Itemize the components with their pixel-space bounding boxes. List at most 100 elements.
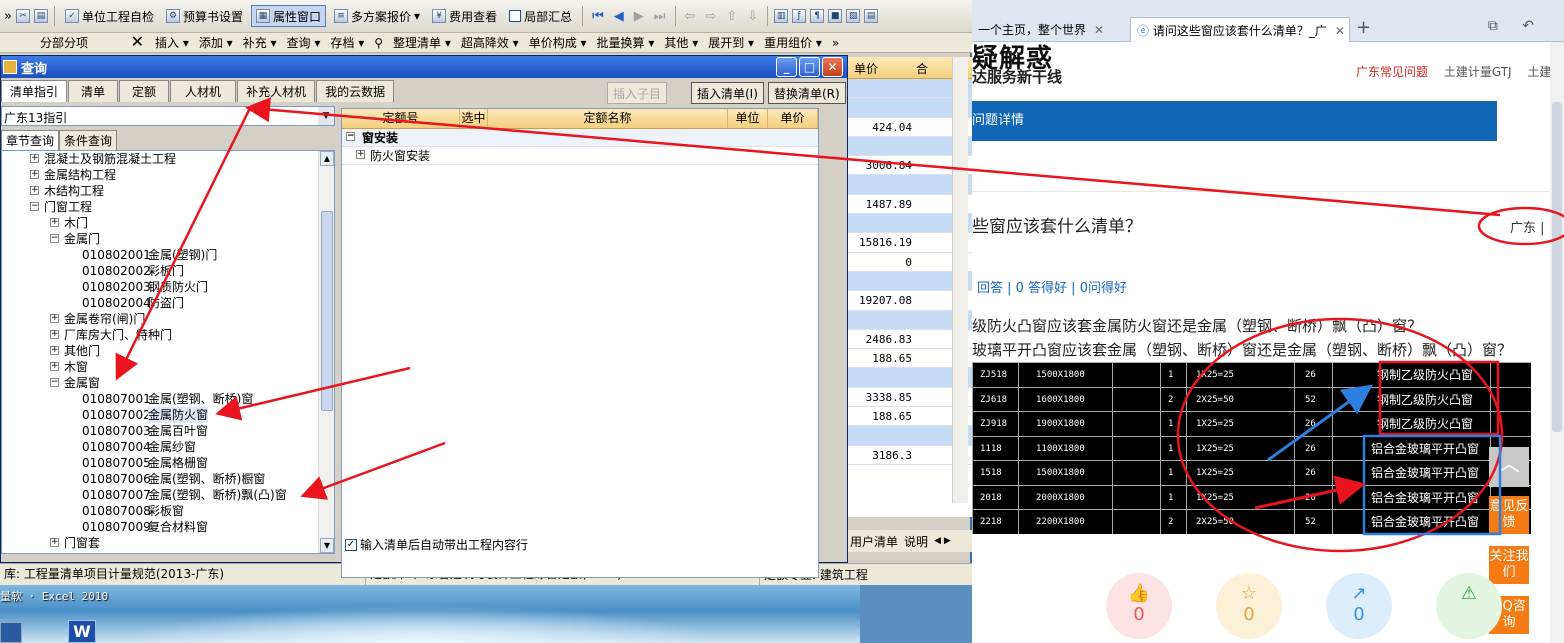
sheet-icon[interactable]: ▤	[864, 9, 879, 23]
height-reduction-menu[interactable]: 超高降效 ▾	[456, 34, 524, 51]
question-stats[interactable]: 回答 | 0 答得好 | 0问得好	[977, 277, 1127, 296]
tree-node[interactable]: 010807001 金属(塑钢、断桥)窗	[2, 391, 334, 407]
insert-menu[interactable]: 插入 ▾	[150, 34, 194, 51]
close-panel-icon[interactable]: ✕	[131, 33, 144, 51]
expand-icon[interactable]: +	[50, 346, 59, 355]
expand-icon[interactable]: +	[30, 186, 39, 195]
tab-chapter-search[interactable]: 章节查询	[1, 130, 60, 150]
organize-list-menu[interactable]: 整理清单 ▾	[388, 34, 456, 51]
expand-icon[interactable]: +	[50, 362, 59, 371]
auto-content-checkbox[interactable]: ✓	[345, 538, 357, 551]
tree-node[interactable]: + 木结构工程	[2, 183, 334, 199]
move-down-icon[interactable]: ⇩	[744, 9, 761, 24]
budget-settings-button[interactable]: ⚙ 预算书设置	[162, 5, 247, 27]
tree-node[interactable]: + 金属卷帘(闸)门	[2, 311, 334, 327]
batch-convert-menu[interactable]: 批量换算 ▾	[592, 34, 660, 51]
tab-scroll-arrows-icon[interactable]: ◀ ▶	[934, 536, 951, 546]
quota-grid-row[interactable]: + 防火窗安装	[342, 147, 818, 165]
tree-node[interactable]: + 厂库房大门、特种门	[2, 327, 334, 343]
tree-node[interactable]: + 门窗套	[2, 535, 334, 551]
tree-node[interactable]: − 金属门	[2, 231, 334, 247]
tree-node[interactable]: 010807004 金属纱窗	[2, 439, 334, 455]
link-gtj[interactable]: 土建计量GTJ	[1444, 65, 1512, 79]
auto-content-option[interactable]: ✓ 输入清单后自动带出工程内容行	[345, 536, 528, 553]
close-button[interactable]: ✕	[822, 57, 843, 77]
toolbar2-chevron[interactable]: »	[827, 36, 844, 50]
tree-node[interactable]: + 木窗	[2, 359, 334, 375]
tree-node[interactable]: + 金属结构工程	[2, 167, 334, 183]
tree-node[interactable]: + 其他门	[2, 343, 334, 359]
tab-user-list[interactable]: 用户清单	[850, 533, 898, 550]
partial-summary-toggle[interactable]: 局部汇总	[505, 5, 576, 27]
tree-node[interactable]: 010807002 金属防火窗	[2, 407, 334, 423]
guide-library-select[interactable]: 广东13指引 ▼	[1, 106, 335, 126]
quota-grid-row[interactable]: − 窗安装	[342, 129, 818, 147]
browser-tab-question[interactable]: ⓔ 请问这些窗应该套什么清单？_广 ✕	[1130, 17, 1350, 42]
maximize-button[interactable]: □	[799, 57, 820, 77]
expand-icon[interactable]: +	[50, 330, 59, 339]
back-to-top-button[interactable]: ︿	[1489, 447, 1529, 487]
move-up-icon[interactable]: ⇧	[723, 9, 740, 24]
browser-scrollbar[interactable]	[1550, 42, 1564, 643]
tree-node[interactable]: 010807007 金属(塑钢、断桥)飘(凸)窗	[2, 487, 334, 503]
other-menu[interactable]: 其他 ▾	[659, 34, 703, 51]
prev-record-icon[interactable]: ◀	[611, 9, 627, 24]
minimize-button[interactable]: _	[776, 57, 797, 77]
insert-child-button[interactable]: 插入子目	[607, 82, 668, 104]
cube-icon[interactable]: ■	[828, 9, 843, 23]
tree-node[interactable]: + 木门	[2, 215, 334, 231]
expand-icon[interactable]: +	[30, 154, 39, 163]
feedback-button[interactable]: 意见反馈	[1489, 496, 1529, 534]
tab-quota[interactable]: 定额	[119, 80, 170, 102]
image-icon[interactable]: ▧	[846, 9, 861, 23]
tree-scrollbar[interactable]: ▲ ▼	[318, 151, 334, 553]
report-button[interactable]: ⚠	[1436, 573, 1502, 639]
desktop-app-icon[interactable]	[0, 622, 22, 643]
unit-self-check-button[interactable]: ✓ 单位工程自检	[61, 5, 158, 27]
collapse-icon[interactable]: −	[50, 234, 59, 243]
binoculars-icon[interactable]: ⚲	[369, 36, 388, 50]
expand-icon[interactable]: +	[30, 170, 39, 179]
collapse-icon[interactable]: −	[50, 378, 59, 387]
collapse-icon[interactable]: −	[346, 132, 355, 141]
tab-list[interactable]: 清单	[68, 80, 119, 102]
expand-to-menu[interactable]: 展开到 ▾	[703, 34, 759, 51]
unit-price-menu[interactable]: 单价构成 ▾	[524, 34, 592, 51]
tree-node[interactable]: − 金属窗	[2, 375, 334, 391]
word-icon[interactable]: W	[68, 620, 96, 643]
paste-icon[interactable]: ▤	[33, 9, 48, 23]
formula-icon[interactable]: ƒ	[792, 9, 807, 23]
new-tab-button[interactable]: +	[1356, 17, 1371, 38]
tree-node[interactable]: 010802001 金属(塑钢)门	[2, 247, 334, 263]
paragraph-icon[interactable]: ¶	[810, 9, 825, 23]
move-left-icon[interactable]: ⇦	[682, 9, 699, 24]
tree-node[interactable]: 010802004 防盗门	[2, 295, 334, 311]
tab-description[interactable]: 说明	[904, 533, 928, 550]
replace-list-button[interactable]: 替换清单(R)	[768, 82, 846, 104]
tree-node[interactable]: − 门窗工程	[2, 199, 334, 215]
calculator-icon[interactable]: ▥	[774, 9, 789, 23]
query-menu[interactable]: 查询 ▾	[282, 34, 326, 51]
expand-icon[interactable]: +	[50, 314, 59, 323]
scroll-down-icon[interactable]: ▼	[320, 538, 334, 553]
dialog-title-bar[interactable]: 查询 _ □ ✕	[1, 56, 847, 78]
property-window-button[interactable]: ▦ 属性窗口	[251, 5, 327, 27]
insert-list-button[interactable]: 插入清单(I)	[691, 82, 764, 104]
collapse-icon[interactable]: −	[30, 202, 39, 211]
tree-node[interactable]: 010807003 金属百叶窗	[2, 423, 334, 439]
tree-node[interactable]: 010802002 彩板门	[2, 263, 334, 279]
follow-us-button[interactable]: 关注我们	[1489, 546, 1529, 584]
first-record-icon[interactable]: ⏮	[589, 9, 607, 24]
tab-list-guide[interactable]: 清单指引	[1, 80, 68, 102]
tree-node[interactable]: 010807009 复合材料窗	[2, 519, 334, 535]
expand-icon[interactable]: +	[356, 150, 365, 159]
link-guangdong-faq[interactable]: 广东常见问题	[1356, 65, 1428, 79]
archive-menu[interactable]: 存档 ▾	[325, 34, 369, 51]
tab-cloud-data[interactable]: 我的云数据	[316, 80, 395, 102]
fee-view-button[interactable]: ¥ 费用查看	[428, 5, 501, 27]
browser-tools-icon[interactable]: ⧉ ↶	[1488, 18, 1544, 34]
cut-icon[interactable]: ✂	[15, 9, 30, 23]
reuse-price-menu[interactable]: 重用组价 ▾	[759, 34, 827, 51]
scroll-up-icon[interactable]: ▲	[320, 151, 334, 166]
tab-supplement-material[interactable]: 补充人材机	[237, 80, 316, 102]
